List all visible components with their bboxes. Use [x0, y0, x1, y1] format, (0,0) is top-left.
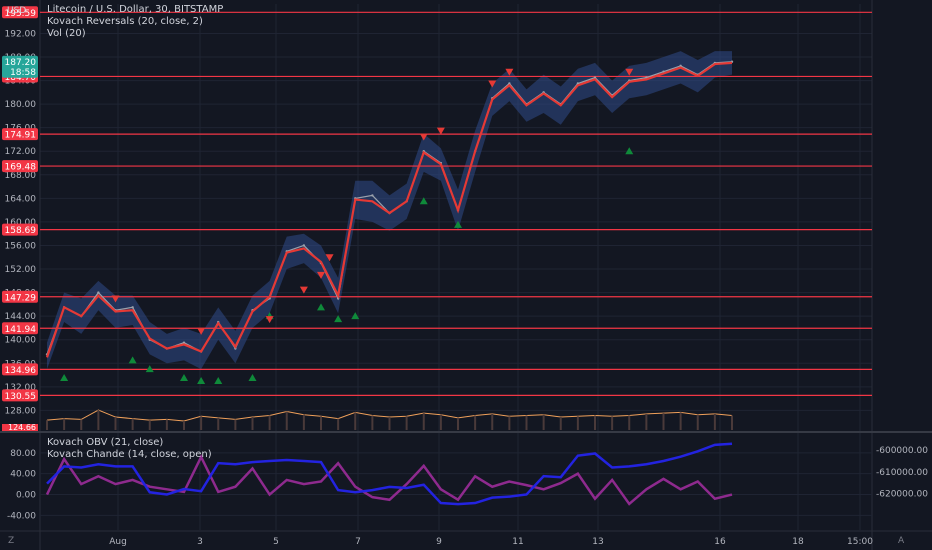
- up-reversal-marker: [145, 365, 154, 373]
- chart-grid: [0, 0, 932, 550]
- volume-series: [46, 409, 733, 430]
- close-point: [302, 244, 306, 247]
- osc-right-tick-label: -620000.00: [876, 489, 928, 499]
- time-tick-label: 13: [592, 537, 603, 547]
- up-reversal-marker: [197, 376, 206, 384]
- chart-legend: Litecoin / U.S. Dollar, 30, BITSTAMP Kov…: [47, 4, 223, 40]
- price-tick-label: 180.00: [5, 100, 37, 110]
- time-tick-label: 18: [792, 537, 804, 547]
- price-tick-label: 192.00: [5, 29, 37, 39]
- level-price-label: 147.29: [5, 293, 37, 303]
- symbol-title[interactable]: Litecoin / U.S. Dollar, 30, BITSTAMP: [47, 4, 223, 16]
- osc-left-tick-label: 80.00: [10, 449, 36, 459]
- up-reversal-marker: [214, 376, 223, 384]
- osc-right-tick-label: -600000.00: [876, 446, 928, 456]
- auto-scale-icon[interactable]: A: [898, 536, 904, 546]
- bottom-clip-label: 124.66: [8, 423, 36, 432]
- axis-labels: 192.00188.00184.00180.00176.00172.00168.…: [2, 6, 928, 547]
- osc-right-tick-label: -610000.00: [876, 468, 928, 478]
- time-tick-label: 15:00: [847, 537, 873, 547]
- envelope-bands: [47, 51, 732, 370]
- timezone-icon[interactable]: Z: [8, 536, 14, 546]
- time-tick-label: 16: [714, 537, 726, 547]
- close-point: [371, 194, 374, 197]
- bar-countdown-label: 18:58: [10, 68, 36, 78]
- price-tick-label: 156.00: [5, 241, 37, 251]
- last-price-label: 187.20: [5, 58, 37, 68]
- osc-left-tick-label: 40.00: [10, 470, 36, 480]
- up-reversal-marker: [128, 356, 137, 364]
- price-tick-label: 164.00: [5, 194, 37, 204]
- level-price-label: 130.55: [5, 392, 37, 402]
- time-tick-label: Aug: [109, 537, 127, 547]
- time-tick-label: 5: [273, 537, 279, 547]
- time-tick-label: 7: [355, 537, 361, 547]
- osc-left-tick-label: 0.00: [16, 491, 36, 501]
- up-reversal-marker: [60, 373, 69, 381]
- down-reversal-marker: [265, 316, 274, 324]
- band-area: [47, 51, 732, 370]
- level-price-label: 174.91: [5, 131, 37, 141]
- osc-left-tick-label: -40.00: [7, 511, 36, 521]
- price-tick-label: 172.00: [5, 147, 37, 157]
- up-reversal-marker: [317, 303, 325, 311]
- price-tick-label: 152.00: [5, 265, 37, 275]
- time-tick-label: 11: [512, 537, 523, 547]
- level-price-label: 158.69: [5, 226, 37, 236]
- legend-indicator-reversals[interactable]: Kovach Reversals (20, close, 2): [47, 16, 223, 28]
- time-tick-label: 9: [436, 537, 442, 547]
- chart-canvas[interactable]: 192.00188.00184.00180.00176.00172.00168.…: [0, 0, 932, 550]
- price-tick-label: 140.00: [5, 336, 37, 346]
- price-tick-label: 128.00: [5, 406, 37, 416]
- time-tick-label: 3: [197, 537, 203, 547]
- legend-indicator-obv[interactable]: Kovach OBV (21, close): [47, 437, 212, 449]
- level-price-label: 134.96: [5, 366, 37, 376]
- lower-pane-legend: Kovach OBV (21, close) Kovach Chande (14…: [47, 437, 212, 461]
- up-reversal-marker: [180, 373, 188, 381]
- level-price-label: 169.48: [5, 163, 37, 173]
- close-point: [97, 291, 100, 294]
- currency-label: USD: [7, 6, 27, 16]
- up-reversal-marker: [248, 373, 257, 381]
- level-price-label: 141.94: [5, 325, 37, 335]
- legend-indicator-volume[interactable]: Vol (20): [47, 28, 223, 40]
- legend-indicator-chande[interactable]: Kovach Chande (14, close, open): [47, 449, 212, 461]
- chande-line: [45, 454, 733, 506]
- close-point: [131, 306, 134, 309]
- price-tick-label: 144.00: [5, 312, 37, 322]
